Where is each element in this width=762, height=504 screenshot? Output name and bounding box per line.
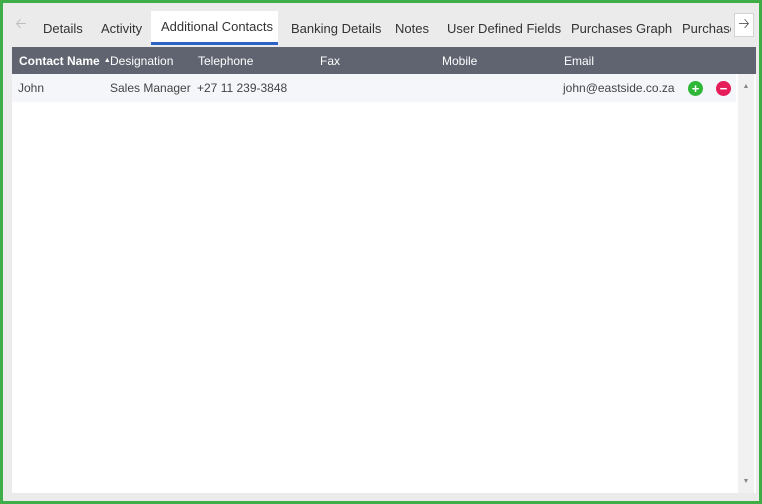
table-header: Contact Name ▲ Designation Telephone Fax… bbox=[12, 47, 756, 74]
tab-details[interactable]: Details bbox=[33, 11, 93, 45]
scroll-up-icon[interactable]: ▲ bbox=[738, 79, 754, 93]
scroll-down-icon[interactable]: ▼ bbox=[738, 474, 754, 488]
tab-purchases-graph[interactable]: Purchases Graph bbox=[561, 11, 682, 45]
cell-email: john@eastside.co.za bbox=[563, 81, 675, 95]
table-row[interactable]: John Sales Manager +27 11 239-3848 john@… bbox=[12, 74, 736, 102]
arrow-left-icon[interactable]: 🡠 bbox=[11, 13, 31, 37]
tab-additional-contacts[interactable]: Additional Contacts bbox=[151, 11, 278, 45]
vertical-scrollbar[interactable]: ▲ ▼ bbox=[738, 74, 754, 493]
tab-notes[interactable]: Notes bbox=[385, 11, 439, 45]
contacts-panel: Contact Name ▲ Designation Telephone Fax… bbox=[12, 47, 756, 493]
arrow-right-icon[interactable]: 🡢 bbox=[734, 13, 754, 37]
tab-purchase-g[interactable]: Purchase G bbox=[672, 11, 731, 45]
tab-banking-details[interactable]: Banking Details bbox=[281, 11, 391, 45]
tab-strip: Details Activity Additional Contacts Ban… bbox=[31, 3, 731, 47]
cell-telephone: +27 11 239-3848 bbox=[197, 81, 288, 95]
cell-contact-name: John bbox=[18, 81, 45, 95]
column-header-designation[interactable]: Designation bbox=[110, 47, 173, 74]
tab-bar: 🡠 Details Activity Additional Contacts B… bbox=[3, 3, 759, 47]
minus-circle-icon[interactable]: − bbox=[716, 81, 731, 96]
tab-user-defined-fields[interactable]: User Defined Fields bbox=[437, 11, 571, 45]
plus-circle-icon[interactable]: + bbox=[688, 81, 703, 96]
column-header-mobile[interactable]: Mobile bbox=[442, 47, 477, 74]
tab-activity[interactable]: Activity bbox=[91, 11, 152, 45]
column-header-telephone[interactable]: Telephone bbox=[198, 47, 253, 74]
window-frame: 🡠 Details Activity Additional Contacts B… bbox=[0, 0, 762, 504]
cell-designation: Sales Manager bbox=[110, 81, 191, 95]
column-header-contact-name[interactable]: Contact Name ▲ bbox=[19, 47, 111, 74]
column-header-fax[interactable]: Fax bbox=[320, 47, 340, 74]
column-header-email[interactable]: Email bbox=[564, 47, 594, 74]
column-header-label: Contact Name bbox=[19, 53, 100, 68]
